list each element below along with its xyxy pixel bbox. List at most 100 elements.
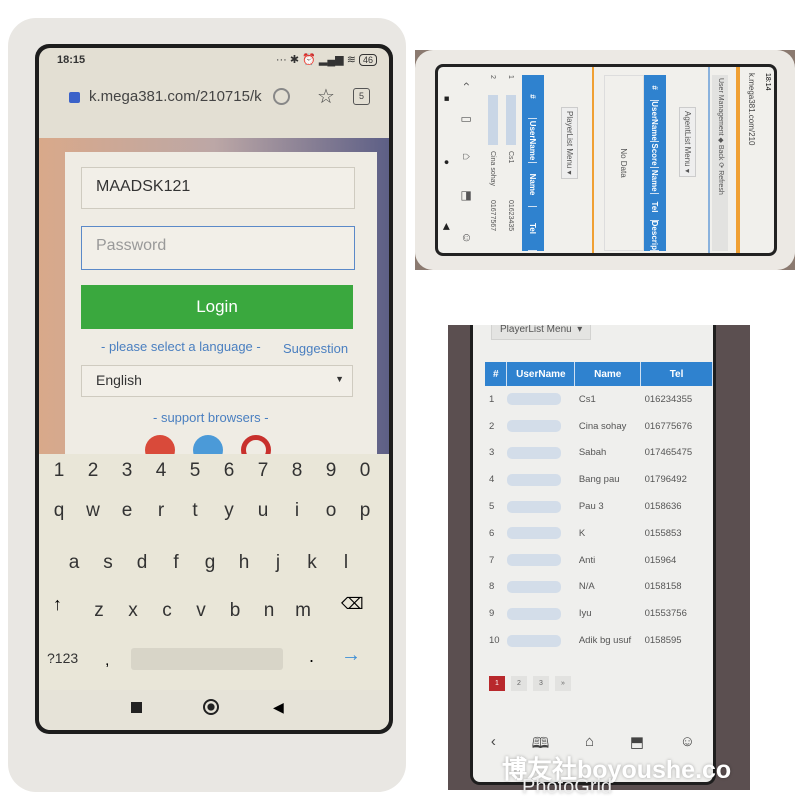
column-header[interactable]: #	[650, 75, 660, 102]
key-9[interactable]: 9	[316, 460, 346, 482]
key-p[interactable]: p	[350, 500, 380, 522]
key-j[interactable]: j	[263, 552, 293, 574]
key-a[interactable]: a	[59, 552, 89, 574]
key-q[interactable]: q	[44, 500, 74, 522]
key-m[interactable]: m	[288, 600, 318, 622]
table-row[interactable]: 10 Adik bg usuf 0158595	[485, 627, 713, 654]
suggestion-link[interactable]: Suggestion	[283, 341, 348, 356]
table-row[interactable]: 2 Cina sohay 016775676	[485, 413, 713, 440]
key-r[interactable]: r	[146, 500, 176, 522]
column-header[interactable]: Tel	[528, 207, 538, 251]
page-button-3[interactable]: 3	[533, 676, 549, 691]
downloads-icon[interactable]: ⬒	[460, 190, 474, 201]
key-7[interactable]: 7	[248, 460, 278, 482]
key-6[interactable]: 6	[214, 460, 244, 482]
select-language-link[interactable]: - please select a language -	[101, 339, 261, 354]
key-s[interactable]: s	[93, 552, 123, 574]
table-row[interactable]: 8 N/A 0158158	[485, 574, 713, 601]
table-row[interactable]: 7 Anti 015964	[485, 547, 713, 574]
key-i[interactable]: i	[282, 500, 312, 522]
key-x[interactable]: x	[118, 600, 148, 622]
page-button-2[interactable]: 2	[511, 676, 527, 691]
column-header[interactable]: Descrip	[650, 220, 660, 251]
recents-icon[interactable]	[131, 702, 142, 713]
reload-icon[interactable]	[273, 88, 290, 105]
key-o[interactable]: o	[316, 500, 346, 522]
key-f[interactable]: f	[161, 552, 191, 574]
back-link[interactable]: Back	[717, 145, 724, 161]
back-button-icon[interactable]: ◀	[441, 223, 452, 230]
key-5[interactable]: 5	[180, 460, 210, 482]
password-input[interactable]: Password	[81, 226, 355, 270]
language-select[interactable]: English ▼	[81, 365, 353, 397]
table-row[interactable]: 3 Sabah 017465475	[485, 440, 713, 467]
key-2[interactable]: 2	[78, 460, 108, 482]
key-4[interactable]: 4	[146, 460, 176, 482]
key-t[interactable]: t	[180, 500, 210, 522]
address-bar[interactable]: k.mega381.com/210715/k	[89, 88, 262, 105]
column-header[interactable]: UserName	[506, 362, 576, 386]
key-g[interactable]: g	[195, 552, 225, 574]
username-input[interactable]: MAADSK121	[81, 167, 355, 209]
table-row[interactable]: 5 Pau 3 0158636	[485, 493, 713, 520]
back-icon[interactable]: ‹	[491, 733, 496, 758]
refresh-link[interactable]: Refresh	[717, 170, 724, 195]
shift-icon[interactable]: ↑	[53, 594, 62, 615]
login-button[interactable]: Login	[81, 285, 353, 329]
key-z[interactable]: z	[84, 600, 114, 622]
table-row[interactable]: 2 Cina sohay 01677567	[484, 75, 502, 251]
period-key[interactable]: .	[309, 646, 314, 667]
home-icon[interactable]	[203, 699, 219, 715]
key-e[interactable]: e	[112, 500, 142, 522]
column-header[interactable]: Name	[574, 362, 642, 386]
column-header[interactable]: Name	[650, 168, 660, 195]
key-8[interactable]: 8	[282, 460, 312, 482]
key-c[interactable]: c	[152, 600, 182, 622]
agent-menu-dropdown[interactable]: AgentList Menu ▾	[679, 107, 696, 177]
back-icon[interactable]: ‹	[460, 82, 474, 86]
key-y[interactable]: y	[214, 500, 244, 522]
table-row[interactable]: 1 Cs1 016234355	[485, 386, 713, 413]
home-icon[interactable]: ⌂	[460, 153, 474, 160]
backspace-icon[interactable]: ⌫	[341, 594, 364, 614]
profile-icon[interactable]: ☺	[460, 232, 474, 244]
column-header[interactable]: Tel	[650, 194, 660, 221]
table-row[interactable]: 1 Cs1 01623435	[502, 75, 520, 251]
key-k[interactable]: k	[297, 552, 327, 574]
symbols-key[interactable]: ?123	[47, 650, 78, 666]
player-menu-dropdown[interactable]: PlayerList Menu ▾	[491, 325, 592, 340]
tabs-icon[interactable]: 5	[353, 88, 370, 105]
key-h[interactable]: h	[229, 552, 259, 574]
column-header[interactable]: UserName	[650, 101, 660, 142]
table-row[interactable]: 6 K 0155853	[485, 520, 713, 547]
column-header[interactable]: Tel	[640, 362, 713, 386]
table-row[interactable]: 9 Iyu 01553756	[485, 600, 713, 627]
key-1[interactable]: 1	[44, 460, 74, 482]
key-u[interactable]: u	[248, 500, 278, 522]
enter-arrow-icon[interactable]: →	[341, 644, 361, 667]
key-0[interactable]: 0	[350, 460, 380, 482]
page-button-»[interactable]: »	[555, 676, 571, 691]
key-l[interactable]: l	[331, 552, 361, 574]
star-icon[interactable]: ☆	[317, 84, 335, 109]
recents-icon[interactable]: ■	[441, 96, 452, 101]
key-3[interactable]: 3	[112, 460, 142, 482]
column-header[interactable]: UserName	[528, 119, 538, 163]
key-w[interactable]: w	[78, 500, 108, 522]
key-d[interactable]: d	[127, 552, 157, 574]
column-header[interactable]: Score	[650, 141, 660, 169]
page-button-1[interactable]: 1	[489, 676, 505, 691]
comma-key[interactable]: ,	[105, 652, 109, 670]
key-n[interactable]: n	[254, 600, 284, 622]
bookmarks-icon[interactable]: ▯	[460, 116, 474, 123]
column-header[interactable]: Name	[528, 163, 538, 207]
table-row[interactable]: 4 Bang pau 01796492	[485, 466, 713, 493]
back-icon[interactable]: ◀	[273, 699, 284, 716]
home-button-icon[interactable]: ●	[441, 160, 452, 165]
column-header[interactable]: #	[528, 75, 538, 119]
address-bar[interactable]: k.mega381.com/210	[747, 73, 756, 146]
column-header[interactable]: #	[485, 362, 508, 386]
player-menu-dropdown[interactable]: PlayerList Menu ▾	[561, 107, 578, 179]
space-key[interactable]	[131, 648, 283, 670]
key-b[interactable]: b	[220, 600, 250, 622]
